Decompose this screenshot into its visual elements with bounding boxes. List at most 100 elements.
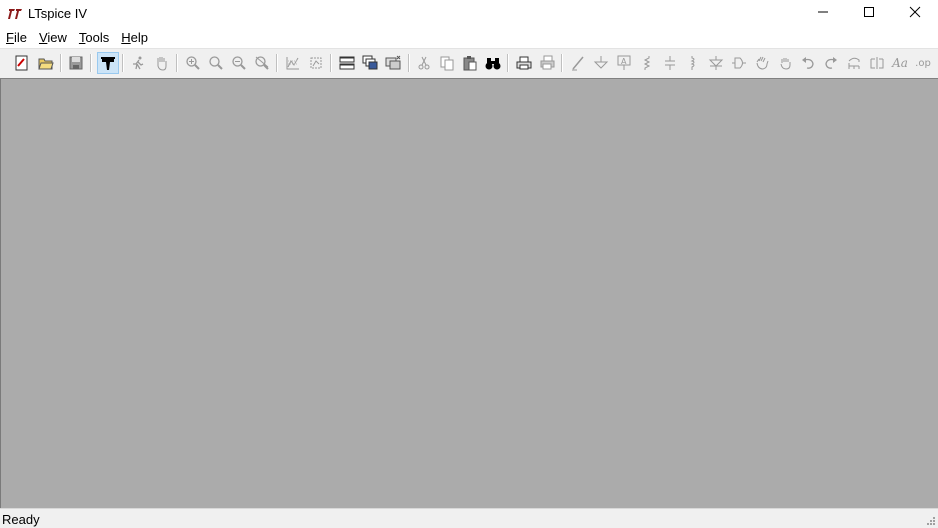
print-button[interactable] [513, 52, 535, 74]
autorange-y-icon [310, 57, 322, 69]
toolbar: A Aa .op [0, 48, 938, 78]
wire-button[interactable] [567, 52, 589, 74]
save-icon [69, 56, 83, 70]
move-hand-icon [756, 56, 769, 70]
label-net-icon: A [617, 55, 631, 70]
toolbar-separator [561, 54, 563, 72]
pan-button[interactable] [150, 52, 172, 74]
wire-icon [572, 56, 584, 71]
status-text: Ready [2, 512, 40, 527]
toolbar-separator [122, 54, 124, 72]
zoom-out-button[interactable] [228, 52, 250, 74]
window-title: LTspice IV [28, 6, 88, 21]
tile-horizontal-icon [339, 56, 355, 70]
title-bar: LTspice IV [0, 0, 938, 27]
rotate-button[interactable] [843, 52, 865, 74]
component-icon [732, 57, 746, 69]
label-net-button[interactable]: A [613, 52, 635, 74]
undo-icon [802, 57, 814, 69]
minimize-button[interactable] [800, 0, 846, 24]
toolbar-separator [176, 54, 178, 72]
run-icon [133, 56, 144, 70]
svg-text:A: A [621, 57, 627, 66]
redo-button[interactable] [820, 52, 842, 74]
print-icon [516, 56, 532, 70]
menu-tools[interactable]: Tools [73, 30, 115, 45]
menu-help[interactable]: Help [115, 30, 154, 45]
drag-hand-icon [780, 58, 791, 70]
maximize-button[interactable] [846, 0, 892, 24]
ltspice-logo-icon [6, 5, 24, 23]
resize-grip-icon[interactable] [924, 514, 936, 526]
toolbar-separator [330, 54, 332, 72]
capacitor-icon [665, 56, 675, 70]
inductor-button[interactable] [682, 52, 704, 74]
zoom-cancel-icon [255, 56, 269, 70]
resistor-button[interactable] [636, 52, 658, 74]
window-controls [800, 0, 938, 27]
print-preview-icon [540, 55, 555, 70]
toolbar-separator [60, 54, 62, 72]
autorange-y-button[interactable] [305, 52, 327, 74]
copy-button[interactable] [436, 52, 458, 74]
workspace-frame [0, 79, 938, 509]
mirror-icon [870, 57, 884, 69]
capacitor-button[interactable] [659, 52, 681, 74]
menu-file[interactable]: File [0, 30, 33, 45]
toolbar-separator [507, 54, 509, 72]
zoom-in-button[interactable] [182, 52, 204, 74]
drag-button[interactable] [774, 52, 796, 74]
toolbar-separator [408, 54, 410, 72]
cut-button[interactable] [413, 52, 435, 74]
redo-icon [825, 57, 837, 69]
tile-horizontal-button[interactable] [336, 52, 358, 74]
open-folder-icon [38, 58, 54, 70]
inductor-icon [690, 56, 695, 70]
ground-button[interactable] [590, 52, 612, 74]
zoom-out-icon [232, 56, 246, 70]
cascade-button[interactable] [359, 52, 381, 74]
status-bar: Ready [0, 508, 938, 528]
minimize-icon [818, 11, 828, 13]
text-button[interactable]: Aa [889, 52, 911, 74]
rotate-icon [848, 57, 860, 69]
ground-icon [593, 56, 609, 69]
autorange-icon [286, 57, 299, 70]
mdi-workspace[interactable] [0, 78, 938, 509]
zoom-cancel-button[interactable] [251, 52, 273, 74]
control-panel-button[interactable] [97, 52, 119, 74]
paste-button[interactable] [459, 52, 481, 74]
menu-bar: File View Tools Help [0, 27, 938, 47]
resistor-icon [643, 56, 651, 70]
copy-icon [440, 56, 454, 71]
component-button[interactable] [728, 52, 750, 74]
save-button[interactable] [65, 52, 87, 74]
print-preview-button[interactable] [536, 52, 558, 74]
open-button[interactable] [35, 52, 57, 74]
move-button[interactable] [751, 52, 773, 74]
undo-button[interactable] [797, 52, 819, 74]
find-icon [485, 58, 501, 70]
spice-directive-button[interactable]: .op [912, 52, 934, 74]
find-button[interactable] [482, 52, 504, 74]
close-button[interactable] [892, 0, 938, 24]
zoom-button[interactable] [205, 52, 227, 74]
close-windows-icon [385, 55, 401, 70]
toolbar-separator [90, 54, 92, 72]
spice-directive-icon: .op [915, 57, 931, 69]
pan-hand-icon [157, 57, 167, 71]
zoom-icon [209, 56, 223, 70]
mirror-button[interactable] [866, 52, 888, 74]
diode-icon [708, 56, 724, 70]
autorange-button[interactable] [282, 52, 304, 74]
paste-icon [463, 56, 477, 71]
menu-view[interactable]: View [33, 30, 73, 45]
cascade-icon [362, 55, 378, 70]
toolbar-separator [276, 54, 278, 72]
maximize-icon [864, 7, 874, 17]
new-schematic-icon [15, 55, 28, 71]
diode-button[interactable] [705, 52, 727, 74]
run-button[interactable] [127, 52, 149, 74]
close-windows-button[interactable] [382, 52, 404, 74]
new-schematic-button[interactable] [11, 52, 33, 74]
